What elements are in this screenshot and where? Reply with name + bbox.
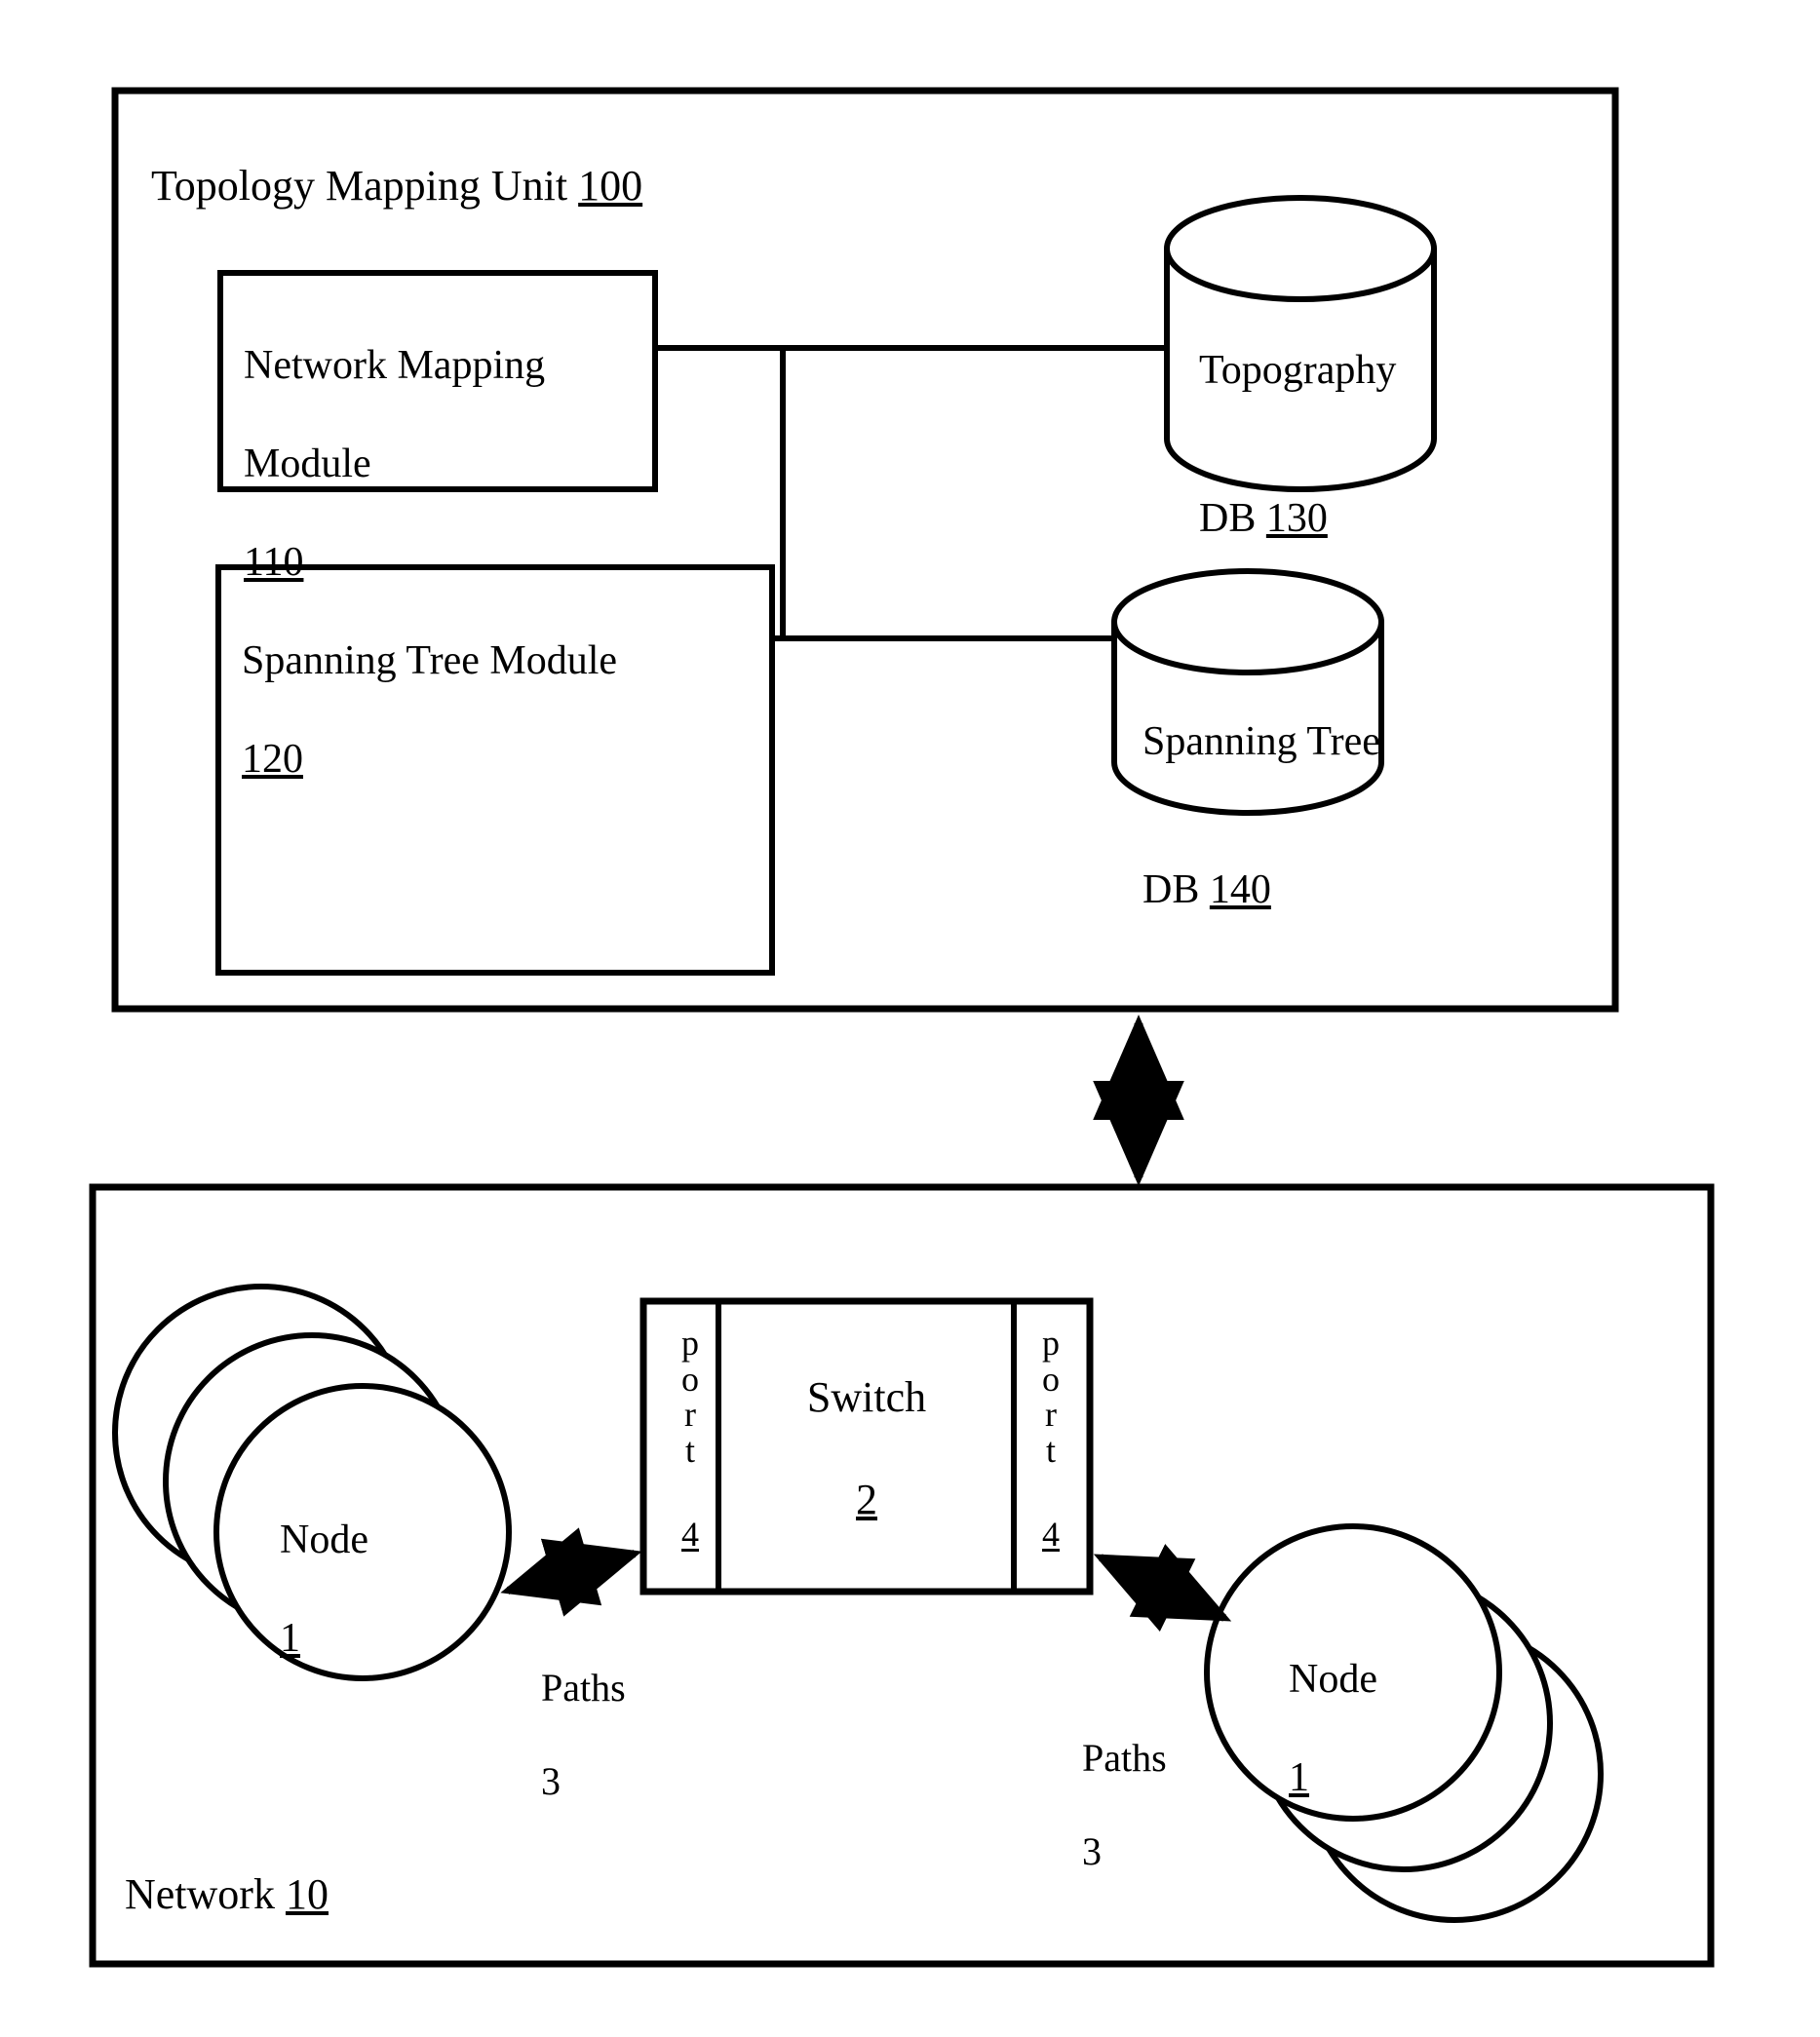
network-mapping-module-line2: Module <box>244 442 371 487</box>
switch-left-port-ref-wrap: 4 <box>661 1517 719 1553</box>
switch-right-port-letters: p o r t <box>1042 1324 1060 1471</box>
left-node-ref: 1 <box>280 1616 300 1662</box>
left-paths-label: Paths 3 <box>541 1618 716 1852</box>
left-node-name: Node <box>280 1518 368 1563</box>
right-node-label: Node 1 <box>1289 1606 1464 1803</box>
topology-mapping-unit-title: Topology Mapping Unit 100 <box>151 109 642 212</box>
figure-canvas: Topology Mapping Unit 100 Network Mappin… <box>0 0 1820 2037</box>
topography-db-line1: Topography <box>1199 348 1397 394</box>
topography-db-label: Topography DB 130 <box>1199 297 1452 592</box>
network-label-text: Network <box>125 1869 286 1918</box>
spanning-tree-module-label: Spanning Tree Module 120 <box>242 588 768 785</box>
left-node-label: Node 1 <box>280 1467 455 1664</box>
spanning-tree-db-line2: DB 140 <box>1142 816 1406 914</box>
topography-db-ref: 130 <box>1265 495 1328 541</box>
network-label: Network 10 <box>125 1818 329 1921</box>
spanning-tree-db-label: Spanning Tree DB 140 <box>1142 669 1406 963</box>
spanning-tree-module-ref: 120 <box>242 737 303 783</box>
switch-label: Switch 2 <box>741 1321 992 1526</box>
spanning-tree-db-ref: 140 <box>1209 866 1271 912</box>
switch-right-port-ref-wrap: 4 <box>1022 1517 1080 1553</box>
switch-name: Switch <box>806 1372 927 1421</box>
switch-right-port-ref: 4 <box>1042 1515 1060 1554</box>
right-paths-arrow <box>1093 1544 1232 1632</box>
right-node-ref: 1 <box>1289 1755 1309 1801</box>
left-paths-line1: Paths <box>541 1666 626 1710</box>
switch-left-port-letters: p o r t <box>681 1324 699 1471</box>
network-mapping-module-label: Network Mapping Module 110 <box>244 292 653 587</box>
switch-ref: 2 <box>856 1476 877 1524</box>
network-label-ref: 10 <box>285 1869 329 1918</box>
spanning-tree-db-line1: Spanning Tree <box>1142 719 1380 765</box>
switch-left-port-ref: 4 <box>681 1515 699 1554</box>
topology-mapping-unit-ref: 100 <box>578 161 643 210</box>
right-paths-line2: 3 <box>1082 1829 1102 1873</box>
network-mapping-module-line1: Network Mapping <box>244 343 546 389</box>
spanning-tree-db-prefix: DB <box>1142 866 1210 912</box>
topography-db-line2: DB 130 <box>1199 444 1452 543</box>
topography-db-prefix: DB <box>1199 495 1266 541</box>
right-node-name: Node <box>1289 1657 1377 1703</box>
switch-right-port-label: p o r t <box>1022 1326 1080 1469</box>
left-paths-arrow <box>500 1527 642 1617</box>
network-mapping-module-ref: 110 <box>244 539 304 585</box>
topology-mapping-unit-title-text: Topology Mapping Unit <box>151 161 579 210</box>
right-paths-label: Paths 3 <box>1082 1688 1258 1922</box>
left-paths-line2: 3 <box>541 1759 561 1803</box>
spanning-tree-module-line1: Spanning Tree Module <box>242 638 618 684</box>
switch-left-port-label: p o r t <box>661 1326 719 1469</box>
right-paths-line1: Paths <box>1082 1736 1167 1780</box>
